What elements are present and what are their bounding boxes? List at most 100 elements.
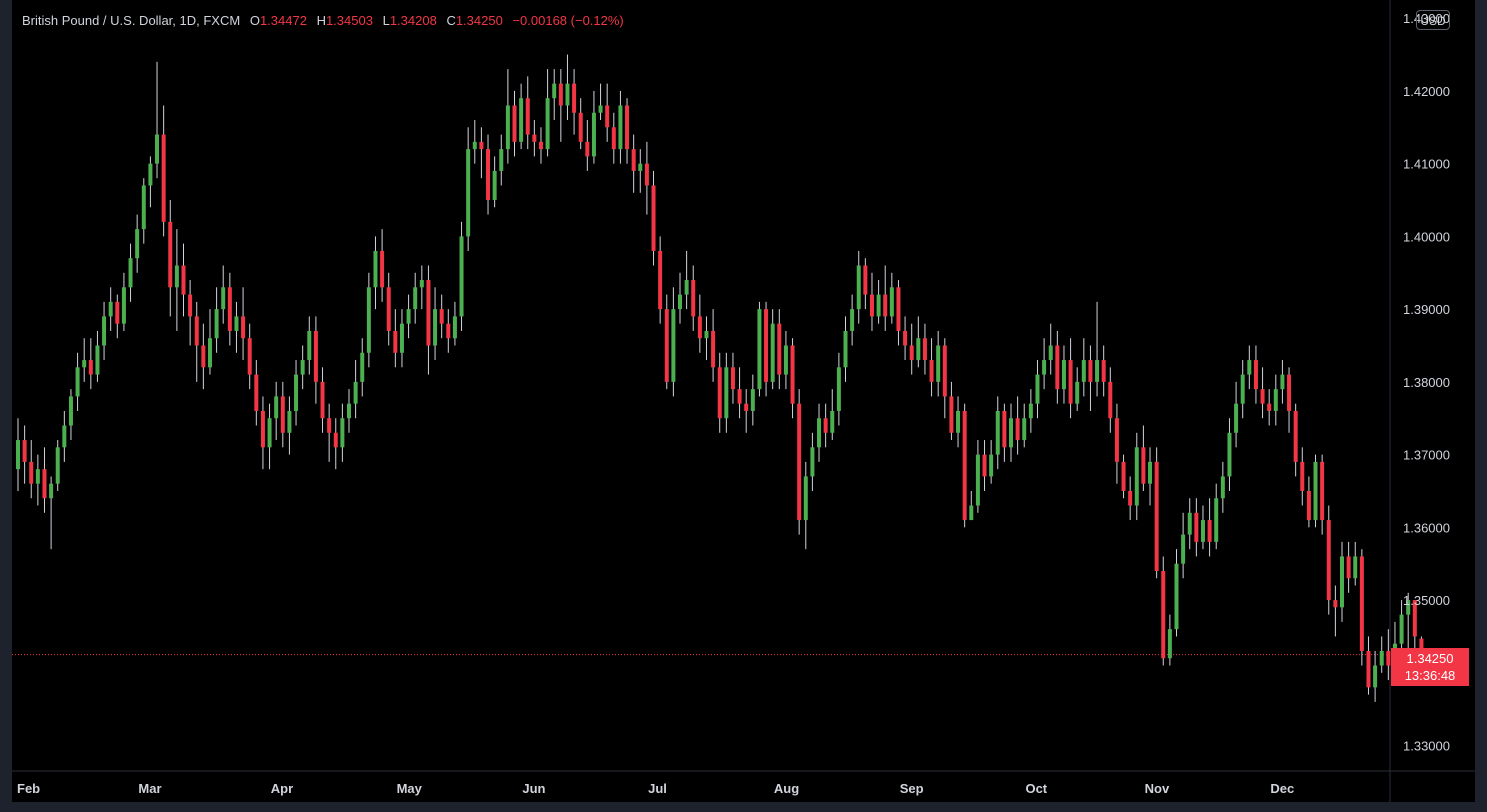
candle-body — [393, 330, 398, 353]
candle-body — [260, 410, 265, 448]
candle — [1234, 381, 1239, 448]
candle — [366, 272, 371, 368]
candle-body — [174, 265, 179, 288]
candle — [68, 389, 73, 441]
candle-body — [68, 396, 73, 426]
candle — [1200, 505, 1205, 550]
candle-body — [631, 149, 636, 171]
candle-body — [439, 309, 444, 324]
candle-body — [1134, 447, 1139, 506]
candles-group — [16, 54, 1424, 702]
candle — [42, 447, 47, 513]
candle — [155, 61, 160, 179]
candle — [1061, 345, 1066, 404]
candle — [1009, 403, 1013, 462]
candle — [1280, 360, 1285, 404]
candle-body — [1088, 360, 1093, 382]
candle-body — [492, 170, 497, 201]
candle-body — [552, 83, 557, 99]
candlestick-chart[interactable]: 1.430001.420001.410001.400001.390001.380… — [0, 0, 1487, 812]
candle — [1095, 301, 1100, 397]
candle — [1174, 549, 1179, 637]
candle-body — [644, 163, 649, 186]
candle-body — [194, 316, 199, 346]
time-tick-label: Mar — [138, 781, 161, 796]
candle — [452, 301, 457, 346]
time-axis[interactable]: Feb Mar Apr May Jun Jul Aug Sep Oct Nov Dec — [17, 781, 1294, 796]
candle-body — [29, 461, 34, 484]
time-tick-label: May — [397, 781, 423, 796]
candle-body — [1340, 556, 1344, 608]
candle-body — [1253, 360, 1258, 390]
candle-body — [366, 287, 371, 353]
candle-body — [214, 309, 219, 339]
candle — [684, 250, 689, 310]
candle-body — [605, 105, 610, 128]
candle — [1333, 585, 1338, 637]
high-value: 1.34503 — [325, 13, 373, 28]
candle — [810, 432, 815, 491]
candle-body — [572, 83, 577, 113]
candle — [631, 134, 636, 193]
candle — [691, 265, 696, 331]
candle-body — [1346, 556, 1351, 579]
candle-body — [479, 141, 484, 150]
candle — [1048, 323, 1053, 375]
candle — [55, 440, 60, 491]
candle — [1088, 345, 1093, 411]
candle-body — [956, 410, 961, 433]
candle — [141, 178, 146, 244]
candle-body — [777, 323, 782, 375]
candle — [75, 352, 80, 411]
candle — [102, 301, 107, 361]
candle — [1373, 650, 1378, 702]
bar-countdown: 13:36:48 — [1404, 668, 1456, 683]
candle-body — [1154, 461, 1159, 571]
time-tick-label: Jul — [648, 781, 667, 796]
candle-body — [1359, 556, 1364, 651]
candle — [115, 294, 120, 339]
symbol-legend[interactable]: British Pound / U.S. Dollar, 1D, FXCM O1… — [22, 13, 624, 28]
candle — [1181, 512, 1186, 579]
candle — [969, 490, 974, 521]
candle — [386, 272, 391, 346]
candle-body — [618, 105, 623, 150]
price-axis[interactable]: 1.430001.420001.410001.400001.390001.380… — [1403, 11, 1450, 753]
candle — [744, 389, 749, 433]
candle — [108, 287, 113, 331]
candle — [1148, 447, 1153, 506]
candle — [538, 127, 543, 164]
candle-body — [764, 309, 769, 382]
candle-body — [247, 338, 252, 375]
candle-body — [1055, 345, 1060, 390]
candle-body — [1326, 520, 1331, 601]
close-value: 1.34250 — [455, 13, 503, 28]
candle-body — [42, 469, 47, 499]
candle-body — [678, 294, 682, 310]
candle — [148, 156, 153, 208]
candle — [373, 236, 378, 310]
candle-body — [903, 330, 908, 346]
candle-body — [280, 396, 285, 433]
candle — [201, 323, 206, 390]
candle-body — [1379, 650, 1384, 666]
candle-body — [1167, 629, 1172, 659]
candle-body — [936, 345, 941, 382]
candle — [320, 367, 325, 433]
candle-body — [353, 381, 358, 404]
candle — [942, 338, 947, 419]
candle-body — [486, 149, 491, 201]
candle — [29, 440, 34, 499]
candle — [856, 250, 861, 324]
candle — [1379, 636, 1384, 673]
candle-body — [181, 265, 186, 295]
candle — [605, 83, 610, 142]
candle — [221, 265, 226, 324]
candle-body — [347, 403, 351, 419]
candle-body — [684, 280, 689, 295]
candle-body — [399, 323, 404, 353]
candle-body — [1114, 418, 1119, 462]
currency-button[interactable]: USD — [1416, 10, 1450, 30]
candle — [730, 352, 735, 404]
candle-body — [82, 360, 87, 368]
